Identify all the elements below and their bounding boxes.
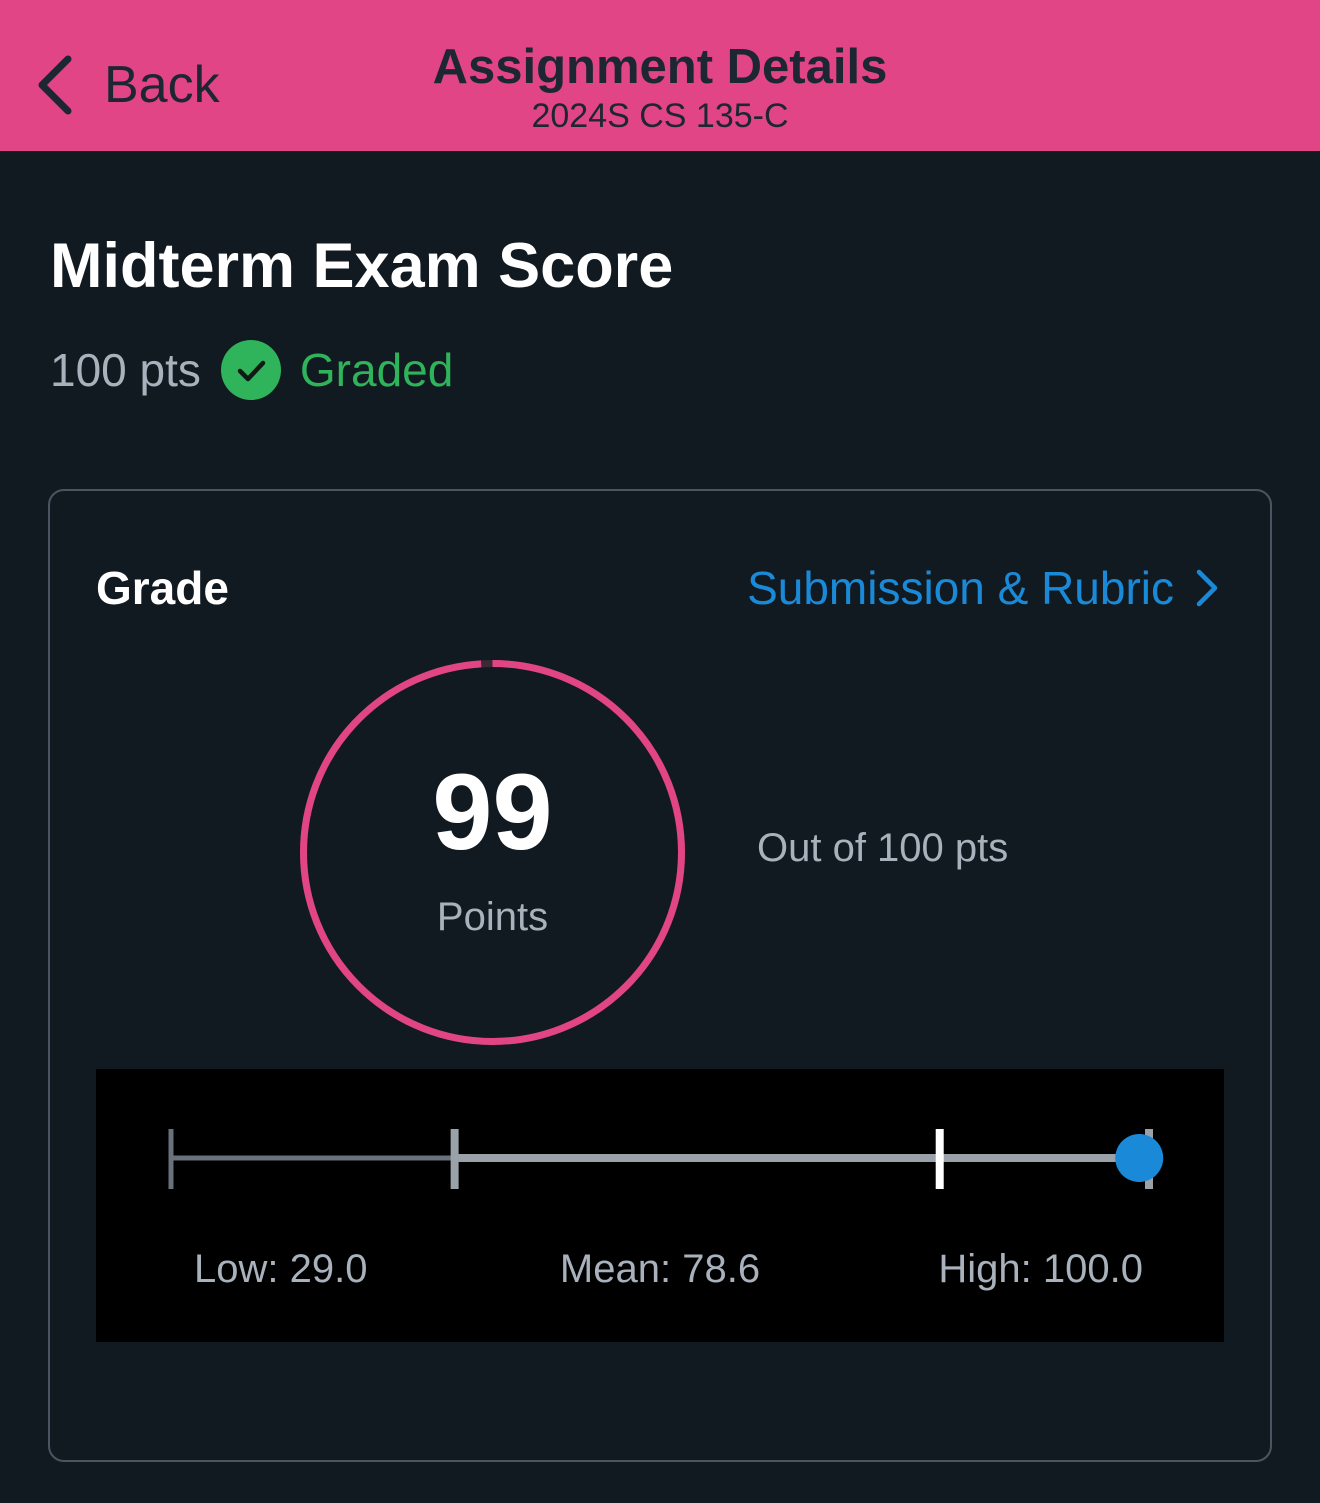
high-score-label: High: 100.0 xyxy=(938,1247,1143,1291)
out-of-label: Out of 100 pts xyxy=(757,826,1009,870)
status-badge: Graded xyxy=(299,344,454,396)
points-possible: 100 pts xyxy=(50,344,201,396)
check-circle-icon xyxy=(220,340,281,400)
submission-rubric-label: Submission & Rubric xyxy=(747,562,1174,614)
submission-rubric-link[interactable]: Submission & Rubric xyxy=(747,560,1220,616)
assignment-meta: 100 pts Graded xyxy=(50,338,453,402)
header-titles: Assignment Details 2024S CS 135-C xyxy=(0,38,1320,136)
app-header: Back Assignment Details 2024S CS 135-C xyxy=(0,0,1320,151)
assignment-title: Midterm Exam Score xyxy=(50,231,674,301)
header-title: Assignment Details xyxy=(432,40,888,94)
your-score-marker xyxy=(1115,1134,1164,1182)
grade-statistics: Low: 29.0 Mean: 78.6 High: 100.0 xyxy=(96,1069,1224,1342)
course-code: 2024S CS 135-C xyxy=(531,97,789,135)
score-value: 99 xyxy=(432,751,553,872)
grade-heading: Grade xyxy=(96,562,229,614)
score-range-chart xyxy=(168,1129,1164,1189)
chevron-right-icon xyxy=(1196,569,1218,607)
score-unit: Points xyxy=(436,895,549,939)
